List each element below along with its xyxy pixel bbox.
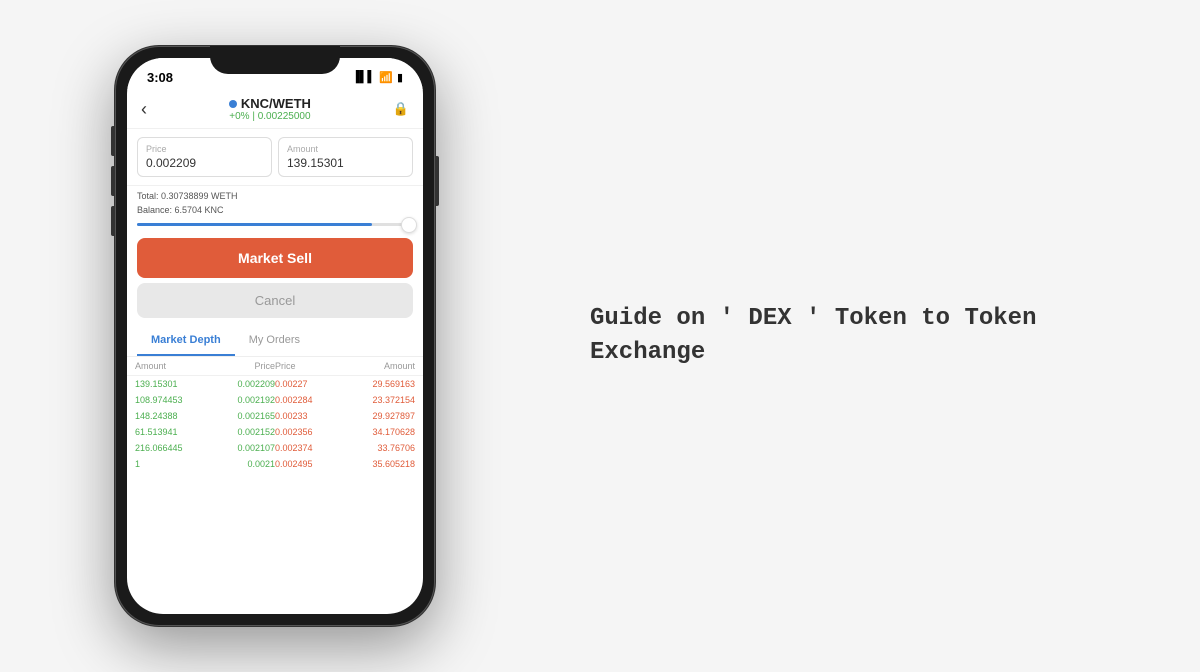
depth-price-left: 0.002165	[205, 411, 275, 421]
market-depth-table: Amount Price Price Amount 139.15301 0.00…	[127, 357, 423, 614]
depth-amount-left: 148.24388	[135, 411, 205, 421]
depth-price-left: 0.002209	[205, 379, 275, 389]
slider-track[interactable]	[137, 223, 413, 226]
tab-my-orders[interactable]: My Orders	[235, 326, 314, 356]
app-header: ‹ KNC/WETH +0% | 0.00225000 🔒	[127, 90, 423, 129]
depth-row[interactable]: 148.24388 0.002165 0.00233 29.927897	[127, 408, 423, 424]
depth-price-right: 0.002284	[275, 395, 345, 405]
col-header-amount-left: Amount	[135, 361, 205, 371]
market-sell-button[interactable]: Market Sell	[137, 238, 413, 278]
header-center: KNC/WETH +0% | 0.00225000	[229, 96, 311, 122]
col-header-price-left: Price	[205, 361, 275, 371]
depth-amount-left: 1	[135, 459, 205, 469]
price-change: +0% | 0.00225000	[229, 111, 311, 122]
right-panel: Guide on ' DEX ' Token to Token Exchange	[550, 262, 1200, 409]
depth-price-right: 0.002495	[275, 459, 345, 469]
slider-thumb	[401, 217, 417, 233]
battery-icon: ▮	[397, 71, 403, 84]
phone-notch	[210, 46, 340, 74]
total-weth: Total: 0.30738899 WETH	[137, 190, 413, 204]
back-button[interactable]: ‹	[141, 99, 147, 120]
amount-input-box[interactable]: Amount 139.15301	[278, 137, 413, 177]
trading-pair: KNC/WETH	[229, 96, 311, 111]
status-icons: ▐▌▌ 📶 ▮	[352, 71, 403, 84]
depth-price-left: 0.002152	[205, 427, 275, 437]
depth-row[interactable]: 139.15301 0.002209 0.00227 29.569163	[127, 376, 423, 392]
col-header-amount-right: Amount	[345, 361, 415, 371]
depth-price-right: 0.002356	[275, 427, 345, 437]
depth-amount-right: 33.76706	[345, 443, 415, 453]
depth-price-left: 0.002107	[205, 443, 275, 453]
cancel-button[interactable]: Cancel	[137, 283, 413, 318]
balance-knc: Balance: 6.5704 KNC	[137, 204, 413, 218]
status-time: 3:08	[147, 70, 173, 85]
lock-icon: 🔒	[393, 101, 409, 117]
input-area: Price 0.002209 Amount 139.15301	[127, 129, 423, 186]
tabs-bar: Market Depth My Orders	[127, 326, 423, 357]
slider-area: Total: 0.30738899 WETH Balance: 6.5704 K…	[127, 186, 423, 234]
amount-label: Amount	[287, 144, 404, 154]
depth-amount-right: 34.170628	[345, 427, 415, 437]
phone-screen: 3:08 ▐▌▌ 📶 ▮ ‹ KNC/WETH +0% | 0.00225000	[127, 58, 423, 614]
depth-amount-right: 29.927897	[345, 411, 415, 421]
total-info: Total: 0.30738899 WETH Balance: 6.5704 K…	[137, 190, 413, 217]
depth-price-left: 0.0021	[205, 459, 275, 469]
slider-fill	[137, 223, 372, 226]
price-value: 0.002209	[146, 156, 263, 170]
depth-price-left: 0.002192	[205, 395, 275, 405]
phone-shell: 3:08 ▐▌▌ 📶 ▮ ‹ KNC/WETH +0% | 0.00225000	[115, 46, 435, 626]
depth-price-right: 0.002374	[275, 443, 345, 453]
depth-row[interactable]: 216.066445 0.002107 0.002374 33.76706	[127, 440, 423, 456]
depth-amount-left: 108.974453	[135, 395, 205, 405]
depth-table-header: Amount Price Price Amount	[127, 357, 423, 376]
depth-amount-left: 61.513941	[135, 427, 205, 437]
col-header-price-right: Price	[275, 361, 345, 371]
wifi-icon: 📶	[379, 71, 393, 84]
depth-amount-left: 216.066445	[135, 443, 205, 453]
depth-row[interactable]: 108.974453 0.002192 0.002284 23.372154	[127, 392, 423, 408]
depth-price-right: 0.00233	[275, 411, 345, 421]
depth-amount-right: 23.372154	[345, 395, 415, 405]
depth-price-right: 0.00227	[275, 379, 345, 389]
guide-title: Guide on ' DEX ' Token to Token Exchange	[590, 302, 1160, 369]
depth-rows: 139.15301 0.002209 0.00227 29.569163 108…	[127, 376, 423, 472]
phone-mockup: 3:08 ▐▌▌ 📶 ▮ ‹ KNC/WETH +0% | 0.00225000	[0, 0, 550, 672]
depth-row[interactable]: 1 0.0021 0.002495 35.605218	[127, 456, 423, 472]
tab-market-depth[interactable]: Market Depth	[137, 326, 235, 356]
price-input-box[interactable]: Price 0.002209	[137, 137, 272, 177]
depth-amount-right: 35.605218	[345, 459, 415, 469]
depth-amount-left: 139.15301	[135, 379, 205, 389]
amount-value: 139.15301	[287, 156, 404, 170]
signal-icon: ▐▌▌	[352, 71, 375, 83]
button-area: Market Sell Cancel	[127, 234, 423, 322]
depth-row[interactable]: 61.513941 0.002152 0.002356 34.170628	[127, 424, 423, 440]
pair-dot-icon	[229, 100, 237, 108]
price-label: Price	[146, 144, 263, 154]
depth-amount-right: 29.569163	[345, 379, 415, 389]
